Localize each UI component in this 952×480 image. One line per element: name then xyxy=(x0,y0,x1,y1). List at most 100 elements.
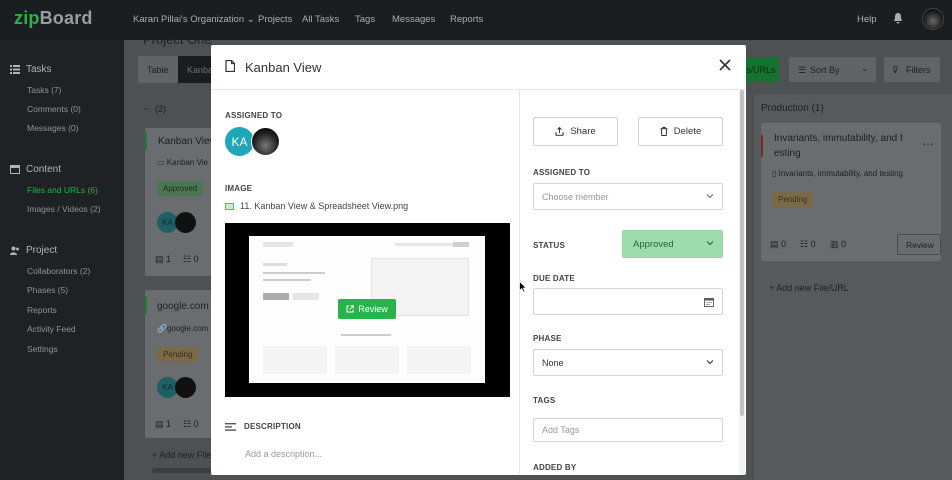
filters-button[interactable]: ⊽ Filters xyxy=(884,57,940,82)
phase-select[interactable]: None xyxy=(533,349,723,376)
tags-input[interactable]: Add Tags xyxy=(533,418,723,442)
column-count: (2) xyxy=(155,104,166,114)
task-count: ☷ 0 xyxy=(800,239,816,249)
modal-header: Kanban View xyxy=(211,45,746,90)
view-table-button[interactable]: Table xyxy=(138,56,178,83)
sidebar-section-project[interactable]: Project xyxy=(10,245,57,256)
image-file-link[interactable]: 11. Kanban View & Spreadsheet View.png xyxy=(225,201,408,211)
description-input[interactable]: Add a description... xyxy=(245,449,322,459)
sidebar-item-tasks[interactable]: Tasks (7) xyxy=(27,85,61,95)
phase-label: PHASE xyxy=(533,334,562,343)
column-count: (1) xyxy=(811,103,824,114)
chevron-down-icon: ⌄ xyxy=(246,14,255,25)
card-accent-bar xyxy=(145,296,147,314)
sort-by-dropdown[interactable]: ☰ Sort By ⌄ xyxy=(789,57,876,82)
user-avatar[interactable] xyxy=(922,8,944,30)
right-assigned-to-label: ASSIGNED TO xyxy=(533,168,591,177)
org-dropdown[interactable]: Karan Pillai's Organization ⌄ xyxy=(133,14,255,25)
added-by-label: ADDED BY xyxy=(533,463,577,472)
sidebar-content-label: Content xyxy=(26,164,62,175)
sidebar-section-tasks[interactable]: Tasks xyxy=(10,64,52,75)
comment-count-value: 1 xyxy=(166,254,172,264)
task-count: ☷ 0 xyxy=(183,419,199,429)
card-subtitle-text: Kanban Vie xyxy=(166,158,209,167)
task-count-value: 0 xyxy=(193,419,199,429)
sidebar-item-files-urls[interactable]: Files and URLs (6) xyxy=(27,185,98,195)
thumb-nav xyxy=(395,243,455,246)
task-count-value: 0 xyxy=(193,254,199,264)
sidebar-item-settings[interactable]: Settings xyxy=(27,344,58,354)
add-new-file-url-link[interactable]: + Add new File/URL xyxy=(769,283,849,293)
review-button[interactable]: Review xyxy=(338,299,396,319)
filter-icon: ⊽ xyxy=(892,65,899,75)
avatar-ka[interactable]: KA xyxy=(225,127,254,156)
nav-help[interactable]: Help xyxy=(857,14,877,25)
calendar-icon[interactable] xyxy=(704,297,714,307)
issue-count: ▥ 0 xyxy=(830,239,847,249)
zipboard-logo[interactable]: zipBoard xyxy=(14,8,93,29)
thumb-line xyxy=(341,334,391,336)
thumb-card xyxy=(335,346,399,374)
sidebar-item-activity-feed[interactable]: Activity Feed xyxy=(27,324,76,334)
image-preview[interactable]: Review xyxy=(225,223,510,397)
close-icon[interactable] xyxy=(718,58,732,72)
logo-board-text: Board xyxy=(39,8,93,28)
nav-tags[interactable]: Tags xyxy=(355,14,375,25)
sidebar-item-images-videos[interactable]: Images / Videos (2) xyxy=(27,204,101,214)
review-button[interactable]: Review xyxy=(897,234,941,255)
share-button-label: Share xyxy=(570,126,596,137)
tags-placeholder: Add Tags xyxy=(542,425,580,435)
sidebar-section-content[interactable]: Content xyxy=(10,164,61,175)
card-title: Kanban View xyxy=(158,136,217,147)
file-detail-modal: Kanban View ASSIGNED TO KA IMAGE 11. Kan… xyxy=(211,45,746,475)
pdf-icon: ▯ xyxy=(772,169,779,178)
sort-by-label: Sort By xyxy=(810,65,840,75)
status-badge: Approved xyxy=(157,181,204,196)
description-label: DESCRIPTION xyxy=(244,422,301,431)
sidebar-item-reports[interactable]: Reports xyxy=(27,305,57,315)
sidebar-item-comments[interactable]: Comments (0) xyxy=(27,104,81,114)
modal-title: Kanban View xyxy=(245,60,322,75)
filters-label: Filters xyxy=(906,65,931,75)
horizontal-scrollbar[interactable] xyxy=(152,468,212,473)
avatar-user[interactable] xyxy=(251,127,280,156)
comment-count-value: 1 xyxy=(166,419,172,429)
review-button-label: Review xyxy=(358,304,388,314)
card-subtitle-text: google.com xyxy=(166,324,209,333)
users-icon xyxy=(10,246,19,255)
status-select[interactable]: Approved xyxy=(622,230,723,258)
delete-button[interactable]: Delete xyxy=(638,117,723,146)
add-files-urls-button[interactable]: s/URLs xyxy=(746,57,779,82)
image-icon: ▭ xyxy=(157,158,167,167)
nav-all-tasks[interactable]: All Tasks xyxy=(302,14,339,25)
thumb-btn xyxy=(263,293,289,300)
project-title: Project One xyxy=(143,32,212,47)
status-badge: Pending xyxy=(157,347,199,362)
nav-projects[interactable]: Projects xyxy=(258,14,292,25)
modal-scrollbar-thumb[interactable] xyxy=(740,90,744,416)
choose-member-select[interactable]: Choose member xyxy=(533,183,723,210)
bell-icon[interactable] xyxy=(893,13,903,25)
add-new-file-link[interactable]: + Add new File xyxy=(152,450,211,460)
due-date-input[interactable] xyxy=(533,288,723,315)
thumb-button xyxy=(453,242,469,247)
chevron-down-icon xyxy=(706,241,714,246)
share-button[interactable]: Share xyxy=(533,117,618,146)
sidebar-item-messages[interactable]: Messages (0) xyxy=(27,123,79,133)
kanban-card-2[interactable] xyxy=(145,290,211,438)
image-label: IMAGE xyxy=(225,184,253,193)
card-accent-bar xyxy=(761,135,763,157)
view-table-label: Table xyxy=(147,65,169,75)
card-title-line2: esting xyxy=(774,148,801,159)
status-badge: Pending xyxy=(772,192,814,207)
sidebar-item-collaborators[interactable]: Collaborators (2) xyxy=(27,266,90,276)
column-title-text: Production xyxy=(761,103,809,114)
review-button-label: Review xyxy=(906,240,934,250)
nav-messages[interactable]: Messages xyxy=(392,14,435,25)
column-collapse-toggle[interactable]: – xyxy=(144,103,149,113)
nav-reports[interactable]: Reports xyxy=(450,14,483,25)
more-icon[interactable]: ⋯ xyxy=(922,137,934,151)
issue-count-value: 0 xyxy=(841,239,847,249)
image-icon xyxy=(225,202,234,210)
sidebar-item-phases[interactable]: Phases (5) xyxy=(27,285,68,295)
